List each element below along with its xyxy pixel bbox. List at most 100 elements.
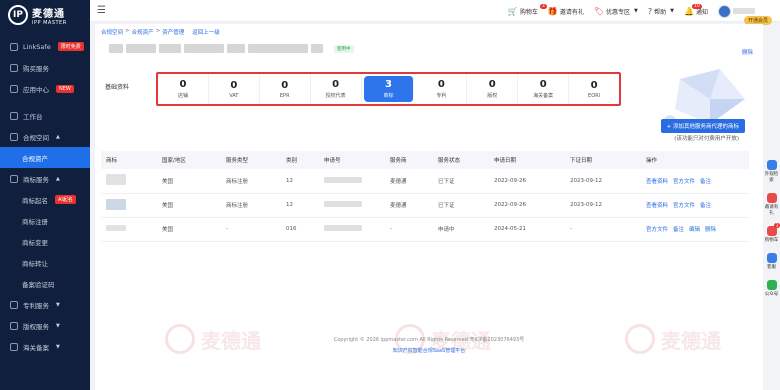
sidebar-item-apps[interactable]: 应用中心 NEW: [0, 78, 90, 99]
table-row: 美国 商标注册 12 麦德通 已下证 2022-09-26 2023-09-12…: [101, 193, 749, 218]
official-docs-link[interactable]: 官方文件: [673, 203, 695, 209]
tab-store[interactable]: 0 店铺: [158, 74, 209, 104]
tab-trademark[interactable]: 3 商标: [363, 76, 415, 102]
chevron-up-icon: ▲: [56, 133, 60, 140]
application-number: [324, 176, 362, 183]
breadcrumb-item[interactable]: 合规空间: [101, 28, 123, 36]
trademark-image: [106, 174, 126, 186]
help-menu[interactable]: ? 帮助 ▼: [648, 7, 674, 16]
col-service: 服务类型: [221, 151, 281, 169]
breadcrumb-item[interactable]: 合规资产: [132, 28, 154, 36]
brand-name-cn: 麦德通: [32, 8, 65, 20]
folder-icon: [10, 132, 18, 141]
edit-link[interactable]: 编辑: [689, 227, 700, 233]
sidebar-item-buy[interactable]: 购买服务: [0, 57, 90, 78]
trademark-icon: [10, 174, 18, 183]
sidebar-item-assets[interactable]: 合规资产: [0, 147, 90, 168]
notify-link[interactable]: 🔔 通知 10: [684, 3, 708, 16]
sidebar-item-copyright[interactable]: 版权服务 ▼: [0, 315, 90, 336]
table-row: 美国 - 016 - 申请中 2024-05-21 - 官方文件 备注 编辑 删除: [101, 217, 749, 242]
rail-cart[interactable]: 3 购物车: [765, 223, 780, 243]
official-docs-link[interactable]: 官方文件: [673, 179, 695, 185]
back-link[interactable]: 返回上一级: [192, 28, 220, 36]
chevron-down-icon: ▼: [634, 8, 638, 14]
main-panel: 合规空间 > 合规资产 > 资产管理 返回上一级 使用中 删除 基础资料 0 店铺 0…: [95, 24, 763, 390]
cart-icon: 🛒: [507, 6, 518, 16]
invite-link[interactable]: 🎁 邀请有礼: [548, 7, 584, 16]
help-icon: ?: [647, 6, 653, 16]
trademark-image: [106, 225, 126, 231]
sidebar-item-naming[interactable]: 商标起名 AI起名: [0, 189, 90, 210]
right-rail: 外观检索 邀请有礼 3 购物车 客服 公众号: [763, 160, 780, 297]
table-header-row: 商标 国家/地区 服务类型 类别 申请号 服务商 服务状态 申请日期 下证日期 …: [101, 151, 749, 169]
col-trademark: 商标: [101, 151, 157, 169]
sidebar-item-register[interactable]: 商标注册: [0, 210, 90, 231]
delete-row-link[interactable]: 删除: [705, 227, 716, 233]
rail-wechat[interactable]: 公众号: [765, 280, 778, 297]
breadcrumb-item[interactable]: 资产管理: [162, 28, 184, 36]
user-menu[interactable]: 开通会员: [718, 4, 772, 25]
footer-sub[interactable]: 知识产权智能合规SaaS管理平台: [95, 347, 763, 354]
sidebar-item-trademark[interactable]: 商标服务 ▲: [0, 168, 90, 189]
tab-eori[interactable]: 0 EORI: [569, 74, 619, 104]
tab-authorized-rep[interactable]: 0 授权代表: [311, 74, 362, 104]
chevron-down-icon: ▼: [56, 301, 60, 308]
wechat-icon: [766, 280, 777, 290]
logo[interactable]: IP 麦德通 IPP MASTER: [0, 0, 90, 30]
apps-icon: [10, 84, 18, 93]
chevron-down-icon: ▼: [56, 343, 60, 350]
application-number: [324, 225, 362, 231]
rail-service[interactable]: 客服: [766, 253, 777, 270]
col-ops: 操作: [641, 151, 749, 169]
footer-copyright: Copyright © 2026 ippmaster.com All Right…: [333, 337, 525, 343]
paid-hint: (该功能只对付费用户开放): [674, 136, 739, 142]
gift-icon: [766, 193, 777, 203]
breadcrumb: 合规空间 > 合规资产 > 资产管理 返回上一级: [101, 28, 220, 36]
sidebar-item-customs[interactable]: 海关备案 ▼: [0, 336, 90, 357]
sidebar-item-linksafe[interactable]: LinkSafe 限时免费: [0, 36, 90, 57]
tab-epr[interactable]: 0 EPR: [260, 74, 311, 104]
cart-link[interactable]: 🛒 购物车 3: [507, 3, 547, 16]
note-link[interactable]: 备注: [700, 203, 711, 209]
sidebar-item-change[interactable]: 商标变更: [0, 231, 90, 252]
menu-toggle-icon[interactable]: ☰: [97, 5, 106, 16]
chevron-down-icon: ▼: [670, 8, 675, 14]
tab-group: 0 店铺 0 VAT 0 EPR 0 授权代表 3 商标 0 专利 0 版权 0 海关备案 0E…: [156, 72, 621, 106]
brand-name-en: IPP MASTER: [32, 19, 67, 26]
trademark-image: [106, 198, 126, 210]
col-cert-date: 下证日期: [565, 151, 641, 169]
sidebar-item-verify[interactable]: 备案验证码: [0, 273, 90, 294]
application-number: [324, 201, 362, 207]
tab-customs[interactable]: 0 海关备案: [518, 74, 570, 104]
col-provider: 服务商: [385, 151, 433, 169]
rail-invite[interactable]: 邀请有礼: [763, 193, 780, 216]
trademark-table: 商标 国家/地区 服务类型 类别 申请号 服务商 服务状态 申请日期 下证日期 …: [101, 151, 749, 242]
view-link[interactable]: 查看资料: [646, 179, 668, 185]
col-status: 服务状态: [433, 151, 489, 169]
customs-icon: [10, 342, 18, 351]
tab-copyright[interactable]: 0 版权: [467, 74, 519, 104]
headset-icon: [766, 253, 777, 263]
sidebar-item-workbench[interactable]: 工作台: [0, 105, 90, 126]
topbar: ☰ 🛒 购物车 3 🎁 邀请有礼 🏷 优惠专区 ▼ ? 帮助 ▼ 🔔 通知 10 开通会员: [90, 0, 780, 25]
official-docs-link[interactable]: 官方文件: [646, 227, 668, 233]
patent-icon: [10, 300, 18, 309]
note-link[interactable]: 备注: [673, 227, 684, 233]
discount-menu[interactable]: 🏷 优惠专区 ▼: [594, 7, 638, 16]
sidebar-item-transfer[interactable]: 商标转让: [0, 252, 90, 273]
col-appno: 申请号: [319, 151, 385, 169]
cart-icon: [10, 63, 18, 72]
col-apply-date: 申请日期: [489, 151, 565, 169]
sidebar-item-patent[interactable]: 专利服务 ▼: [0, 294, 90, 315]
sidebar-item-compliance[interactable]: 合规空间 ▲: [0, 126, 90, 147]
add-trademark-button[interactable]: + 添加其他服务商代理的商标: [660, 119, 745, 133]
delete-link[interactable]: 删除: [742, 48, 753, 56]
view-link[interactable]: 查看资料: [646, 203, 668, 209]
table-row: 美国 商标注册 12 麦德通 已下证 2022-09-26 2023-09-12…: [101, 169, 749, 194]
tab-patent[interactable]: 0 专利: [416, 74, 468, 104]
col-country: 国家/地区: [157, 151, 221, 169]
note-link[interactable]: 备注: [700, 179, 711, 185]
asset-tabs: 基础资料 0 店铺 0 VAT 0 EPR 0 授权代表 3 商标 0 专利 0 版权 0 海关…: [100, 69, 745, 127]
tab-vat[interactable]: 0 VAT: [209, 74, 260, 104]
rail-search[interactable]: 外观检索: [763, 160, 780, 183]
